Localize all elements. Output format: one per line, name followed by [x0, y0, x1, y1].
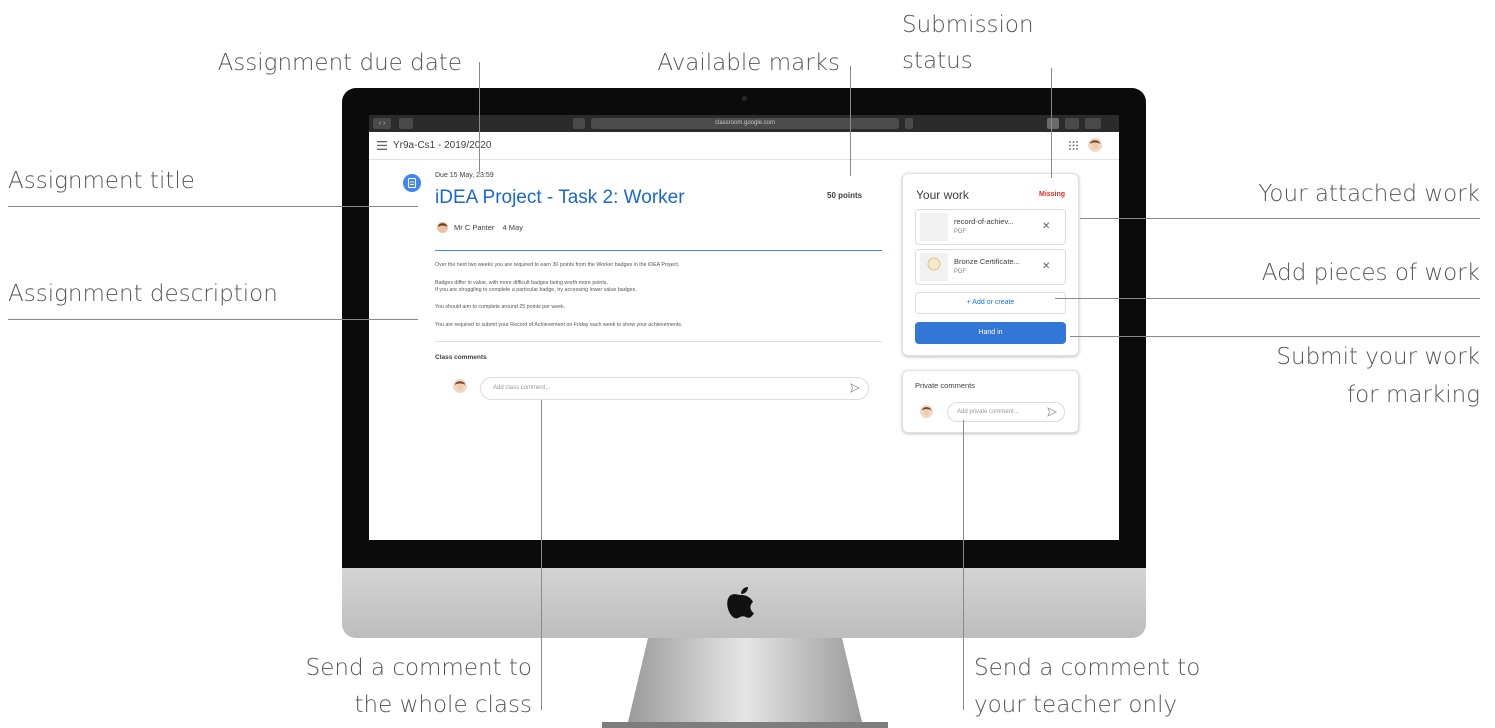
private-comments-title: Private comments	[915, 381, 976, 390]
callout-private-comment-line2: your teacher only	[974, 692, 1178, 718]
extension-icon[interactable]	[1047, 118, 1059, 129]
author-line: Mr C Panter 4 May	[454, 223, 523, 232]
due-date: Due 15 May, 23:59	[435, 172, 494, 179]
title-divider	[435, 250, 882, 251]
callout-assignment-title: Assignment title	[8, 168, 195, 194]
share-icon[interactable]	[1065, 118, 1079, 129]
callout-line	[850, 66, 851, 176]
description-paragraph: You should aim to complete around 25 poi…	[435, 304, 566, 310]
send-icon[interactable]	[850, 383, 860, 393]
user-avatar	[453, 379, 467, 393]
callout-assignment-description: Assignment description	[8, 281, 278, 307]
private-comments-card: Private comments Add private comment...	[902, 370, 1079, 433]
description-paragraph: You are required to submit your Record o…	[435, 322, 683, 328]
class-comments-label: Class comments	[435, 354, 487, 361]
callout-submission-status: Submission	[902, 12, 1034, 38]
description-divider	[435, 341, 882, 342]
close-icon[interactable]: ✕	[1042, 261, 1050, 272]
author-name: Mr C Panter	[454, 223, 495, 232]
browser-toolbar: ‹ › classroom.google.com	[369, 115, 1119, 132]
attachment-item[interactable]: Bronze Certificate... PDF ✕	[915, 249, 1066, 285]
attachment-type: PDF	[954, 229, 966, 235]
description-paragraph: Over the next two weeks you are required…	[435, 262, 680, 268]
assignment-icon	[403, 174, 421, 192]
callout-due-date: Assignment due date	[217, 50, 462, 76]
description-paragraph: If you are struggling to complete a part…	[435, 287, 637, 293]
menu-icon[interactable]	[377, 141, 387, 150]
callout-line	[8, 319, 418, 320]
imac-screen: ‹ › classroom.google.com Yr9a-Cs1 - 2019…	[369, 115, 1119, 540]
certificate-thumbnail-icon	[920, 253, 948, 281]
attachment-type: PDF	[954, 269, 966, 275]
your-work-title: Your work	[916, 188, 969, 202]
hand-in-button[interactable]: Hand in	[915, 322, 1066, 344]
add-or-create-button[interactable]: + Add or create	[915, 292, 1066, 314]
user-avatar	[920, 405, 933, 418]
send-icon[interactable]	[1047, 407, 1057, 417]
user-avatar[interactable]	[1088, 138, 1102, 152]
apple-logo-icon	[727, 587, 754, 619]
description-paragraph: Badges differ in value, with more diffic…	[435, 280, 608, 286]
callout-add-work: Add pieces of work	[1261, 260, 1480, 286]
callout-line	[8, 206, 418, 207]
callout-available-marks: Available marks	[657, 50, 840, 76]
attachment-name: Bronze Certificate...	[954, 257, 1020, 266]
url-bar[interactable]: classroom.google.com	[591, 118, 899, 129]
shield-icon[interactable]	[573, 118, 585, 129]
callout-submit-work-line2: for marking	[1347, 382, 1480, 408]
callout-class-comment-line2: the whole class	[354, 692, 532, 718]
attachment-name: record-of-achiev...	[954, 217, 1014, 226]
callout-line	[963, 420, 964, 710]
attachment-thumbnail	[920, 213, 948, 241]
submission-status-badge: Missing	[1039, 191, 1066, 198]
tabs-icon[interactable]	[1085, 118, 1101, 129]
back-forward-icon[interactable]: ‹ ›	[373, 118, 391, 129]
callout-private-comment: Send a comment to	[974, 655, 1201, 681]
callout-line	[479, 62, 480, 172]
app-header: Yr9a-Cs1 - 2019/2020	[369, 132, 1119, 160]
callout-line	[1080, 218, 1480, 219]
your-work-card: Your work Missing record-of-achiev... PD…	[902, 173, 1079, 356]
assignment-title: iDEA Project - Task 2: Worker	[435, 187, 685, 208]
imac-stand	[602, 638, 888, 728]
callout-line	[1051, 68, 1052, 178]
reload-icon[interactable]	[905, 118, 913, 129]
callout-attached-work: Your attached work	[1258, 181, 1480, 207]
attachment-item[interactable]: record-of-achiev... PDF ✕	[915, 209, 1066, 245]
callout-line	[1070, 336, 1480, 337]
callout-submit-work: Submit your work	[1276, 344, 1480, 370]
class-title[interactable]: Yr9a-Cs1 - 2019/2020	[393, 140, 491, 151]
points-value: 50 points	[827, 191, 863, 200]
teacher-avatar	[437, 222, 448, 233]
webcam	[742, 96, 747, 101]
sidebar-toggle-icon[interactable]	[399, 118, 413, 129]
callout-submission-status-line2: status	[902, 48, 973, 74]
close-icon[interactable]: ✕	[1042, 221, 1050, 232]
class-comment-input[interactable]: Add class comment...	[480, 377, 869, 400]
callout-line	[541, 400, 542, 710]
apps-grid-icon[interactable]	[1069, 141, 1078, 150]
callout-class-comment: Send a comment to	[305, 655, 532, 681]
posted-date: 4 May	[502, 223, 523, 232]
callout-line	[1055, 298, 1480, 299]
